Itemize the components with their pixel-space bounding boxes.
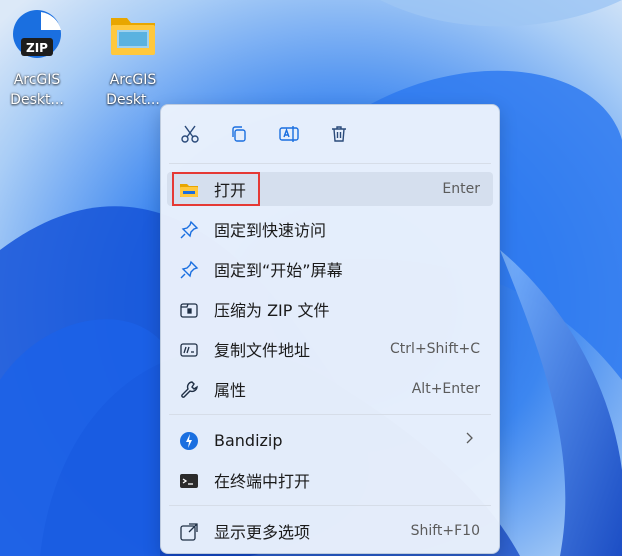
svg-text:ZIP: ZIP (26, 41, 48, 55)
delete-icon[interactable] (323, 118, 355, 150)
menu-item-open[interactable]: 打开 Enter (167, 172, 493, 206)
desktop-icon-label: ArcGIS Deskt... (10, 72, 64, 108)
pin-icon (179, 220, 199, 240)
menu-separator (169, 505, 491, 506)
menu-item-label: 属性 (214, 381, 247, 400)
menu-item-label: 打开 (214, 181, 247, 200)
wrench-icon (179, 380, 199, 400)
menu-item-label: 复制文件地址 (214, 341, 311, 360)
menu-item-shortcut: Shift+F10 (410, 523, 480, 539)
copy-icon[interactable] (223, 118, 255, 150)
terminal-icon (179, 471, 199, 491)
chevron-right-icon (465, 431, 475, 449)
menu-item-label: Bandizip (214, 430, 283, 450)
desktop-icon-arcgis-folder[interactable]: ArcGIS Deskt... (102, 8, 164, 110)
rename-icon[interactable] (273, 118, 305, 150)
zip-archive-icon: ZIP (11, 8, 63, 60)
context-menu-toolbar (161, 105, 499, 163)
copy-path-icon (179, 340, 199, 360)
folder-icon (107, 8, 159, 60)
menu-item-shortcut: Ctrl+Shift+C (390, 341, 480, 357)
menu-item-label: 固定到快速访问 (214, 221, 327, 240)
menu-item-show-more-options[interactable]: 显示更多选项 Shift+F10 (167, 514, 493, 548)
menu-item-copy-path[interactable]: 复制文件地址 Ctrl+Shift+C (167, 332, 493, 366)
folder-icon (179, 180, 199, 200)
menu-item-label: 固定到“开始”屏幕 (214, 261, 343, 280)
menu-item-label: 在终端中打开 (214, 472, 311, 491)
menu-item-pin-quick-access[interactable]: 固定到快速访问 (167, 212, 493, 246)
desktop-icon-label: ArcGIS Deskt... (106, 72, 160, 108)
zip-folder-icon (179, 300, 199, 320)
menu-item-pin-start[interactable]: 固定到“开始”屏幕 (167, 252, 493, 286)
menu-item-label: 显示更多选项 (214, 523, 311, 542)
desktop-icon-arcgis-zip[interactable]: ZIP ArcGIS Deskt... (6, 8, 68, 110)
menu-item-shortcut: Enter (442, 181, 480, 197)
menu-item-label: 压缩为 ZIP 文件 (214, 301, 330, 320)
menu-separator (169, 163, 491, 164)
bandizip-icon (179, 431, 199, 451)
menu-item-compress-zip[interactable]: 压缩为 ZIP 文件 (167, 292, 493, 326)
menu-separator (169, 414, 491, 415)
show-more-options-icon (179, 522, 199, 542)
menu-item-properties[interactable]: 属性 Alt+Enter (167, 372, 493, 406)
menu-item-bandizip[interactable]: Bandizip (167, 423, 493, 457)
context-menu: 打开 Enter 固定到快速访问 固定到“开始”屏幕 压缩为 ZIP 文件 复制… (160, 104, 500, 554)
menu-item-shortcut: Alt+Enter (411, 381, 480, 397)
cut-icon[interactable] (174, 118, 206, 150)
pin-icon (179, 260, 199, 280)
menu-item-open-in-terminal[interactable]: 在终端中打开 (167, 463, 493, 497)
